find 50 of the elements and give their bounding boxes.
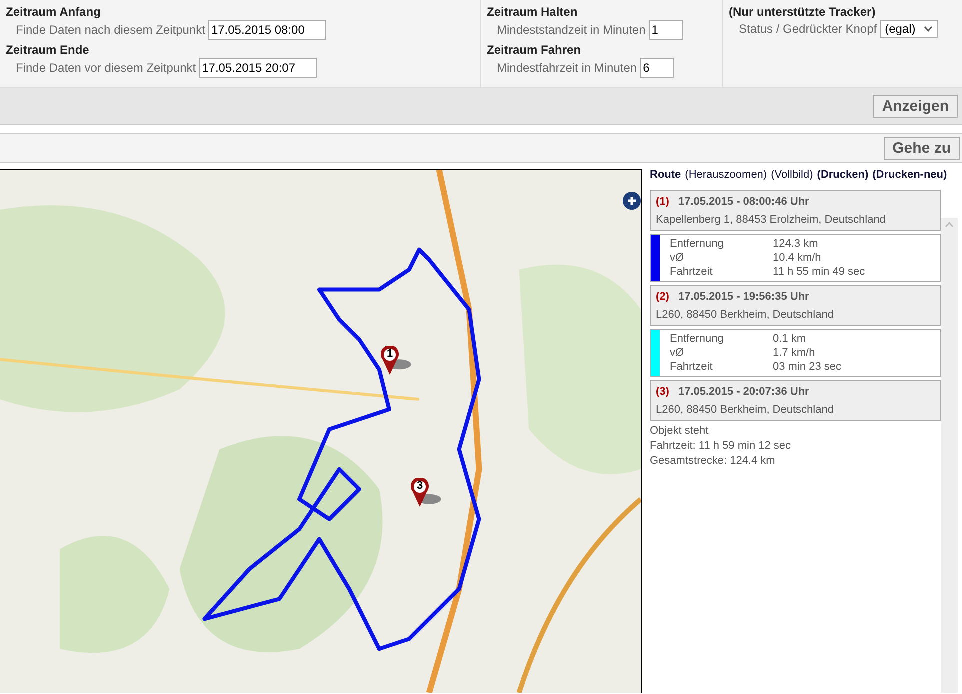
- goto-button[interactable]: Gehe zu: [884, 136, 960, 160]
- section-title: Zeitraum Anfang: [6, 5, 102, 19]
- stop-number: (1): [656, 196, 670, 208]
- stop-number: (3): [656, 386, 670, 398]
- stat-value: 0.1 km: [773, 332, 808, 346]
- section-title: Zeitraum Halten: [487, 5, 579, 19]
- summary-text: Gesamtstrecke: 124.4 km: [650, 454, 776, 469]
- field-label: Mindestfahrzeit in Minuten: [497, 61, 638, 75]
- route-link[interactable]: (Vollbild): [771, 169, 814, 181]
- stat-value: 11 h 55 min 49 sec: [773, 265, 866, 279]
- stop-time: 17.05.2015 - 08:00:46 Uhr: [678, 196, 810, 208]
- status-dropdown[interactable]: (egal): [880, 20, 938, 38]
- stat-value: 1.7 km/h: [773, 346, 816, 360]
- stat-label: Fahrtzeit: [670, 265, 714, 279]
- stop-address: Kapellenberg 1, 88453 Erolzheim, Deutschland: [656, 214, 887, 226]
- stat-label: vØ: [670, 346, 686, 360]
- stat-value: 124.3 km: [773, 237, 820, 251]
- plus-icon: [627, 196, 637, 206]
- stop-time: 17.05.2015 - 19:56:35 Uhr: [678, 291, 810, 303]
- field-label: Status / Gedrückter Knopf: [739, 22, 878, 36]
- input-field[interactable]: 1: [648, 20, 683, 40]
- stat-label: vØ: [670, 251, 686, 265]
- stat-label: Fahrtzeit: [670, 360, 773, 374]
- stop-number: (2): [656, 291, 670, 303]
- stop-address: L260, 88450 Berkheim, Deutschland: [656, 309, 835, 321]
- input-field[interactable]: 6: [640, 58, 674, 78]
- stat-value: 10.4 km/h: [773, 251, 822, 265]
- route-link[interactable]: (Herauszoomen): [685, 169, 768, 181]
- field-label: Finde Daten nach diesem Zeitpunkt: [16, 23, 206, 37]
- stop-address: L260, 88450 Berkheim, Deutschland: [656, 404, 835, 416]
- field-label: Finde Daten vor diesem Zeitpunkt: [16, 61, 196, 75]
- caret-icon: [924, 26, 933, 32]
- input-field[interactable]: 17.05.2015 20:07: [199, 58, 318, 78]
- stop-time: 17.05.2015 - 20:07:36 Uhr: [678, 386, 810, 398]
- stat-label: Entfernung: [670, 332, 773, 346]
- field-label: Mindeststandzeit in Minuten: [497, 23, 646, 37]
- section-title: Zeitraum Ende: [6, 43, 90, 57]
- route-title: Route: [650, 169, 682, 181]
- map-marker[interactable]: 1: [380, 346, 400, 376]
- section-title: (Nur unterstützte Tracker): [729, 5, 877, 19]
- stat-label: Entfernung: [670, 237, 725, 251]
- show-button[interactable]: Anzeigen: [873, 94, 958, 118]
- summary-text: Objekt steht: [650, 424, 710, 439]
- section-title: Zeitraum Fahren: [487, 43, 582, 57]
- route-link[interactable]: (Drucken-neu): [872, 169, 948, 181]
- route-link[interactable]: (Drucken): [817, 169, 869, 181]
- stat-value: 03 min 23 sec: [773, 360, 842, 374]
- summary-text: Fahrtzeit: 11 h 59 min 12 sec: [650, 439, 792, 454]
- input-field[interactable]: 17.05.2015 08:00: [208, 20, 326, 40]
- map-marker[interactable]: 3: [410, 478, 430, 508]
